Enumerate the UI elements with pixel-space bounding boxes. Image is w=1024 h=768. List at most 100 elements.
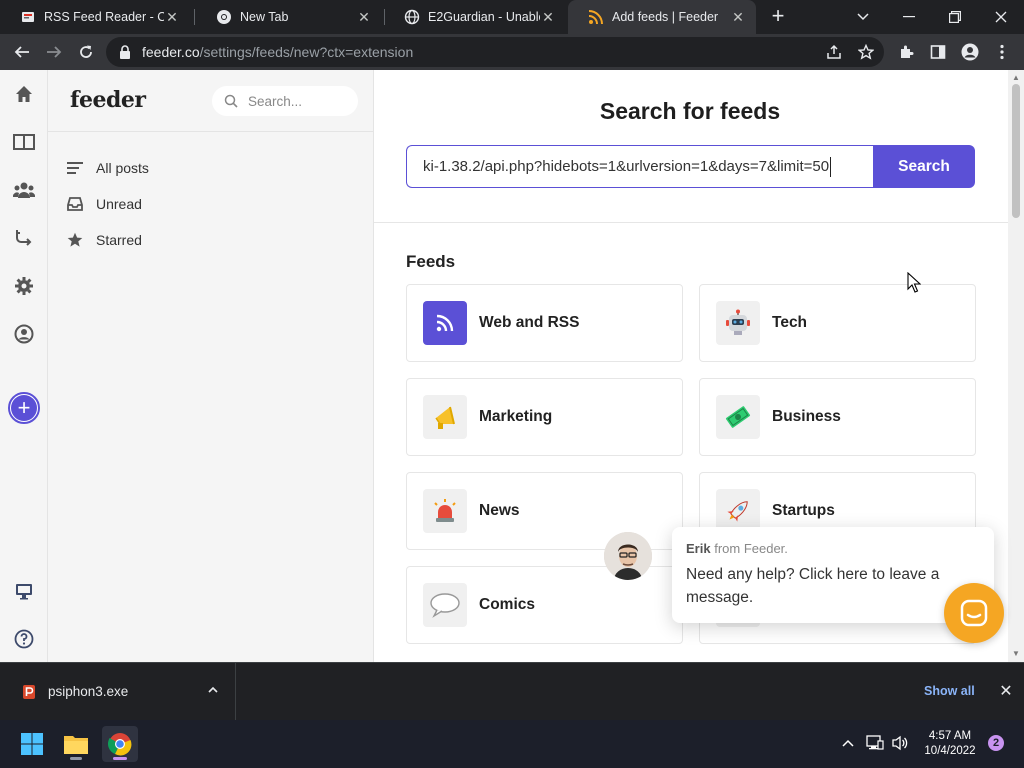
- chat-author-from: from Feeder.: [714, 541, 788, 556]
- tab-new-tab[interactable]: New Tab ✕: [196, 0, 382, 34]
- feeds-heading: Feeds: [406, 252, 456, 271]
- help-icon[interactable]: [12, 627, 36, 651]
- lock-icon[interactable]: [118, 45, 132, 59]
- settings-gear-icon[interactable]: [12, 274, 36, 298]
- new-tab-button[interactable]: +: [766, 5, 790, 29]
- left-panel: feeder Search... All posts Unread Starre…: [48, 70, 374, 662]
- reload-button[interactable]: [72, 38, 100, 66]
- add-feed-button[interactable]: +: [8, 392, 40, 424]
- close-icon[interactable]: ✕: [540, 9, 556, 25]
- minimize-button[interactable]: [886, 0, 932, 34]
- clock-time: 4:57 AM: [928, 730, 972, 742]
- restore-button[interactable]: [932, 0, 978, 34]
- file-explorer-icon[interactable]: [58, 726, 94, 762]
- search-icon: [224, 94, 238, 108]
- scroll-down-arrow-icon[interactable]: ▼: [1012, 650, 1020, 658]
- chrome-icon: [216, 9, 232, 25]
- download-filename: psiphon3.exe: [48, 684, 129, 699]
- sidebar-item-unread[interactable]: Unread: [66, 193, 142, 215]
- tab-search-icon[interactable]: [840, 0, 886, 34]
- download-item[interactable]: psiphon3.exe: [0, 663, 236, 720]
- star-icon: [66, 231, 84, 249]
- network-icon[interactable]: [866, 734, 884, 752]
- download-bar: psiphon3.exe Show all ✕: [0, 662, 1024, 720]
- close-download-bar-icon[interactable]: ✕: [998, 684, 1014, 700]
- sidebar-item-starred[interactable]: Starred: [66, 229, 142, 251]
- account-icon[interactable]: [12, 322, 36, 346]
- page-title: Search for feeds: [599, 98, 781, 124]
- share-icon[interactable]: [820, 38, 848, 66]
- tab-title: Add feeds | Feeder: [612, 10, 719, 24]
- divider: [48, 131, 373, 132]
- close-icon[interactable]: ✕: [356, 9, 372, 25]
- rules-icon[interactable]: [12, 226, 36, 250]
- address-bar[interactable]: feeder.co/settings/feeds/new?ctx=extensi…: [106, 37, 884, 67]
- tab-e2guardian[interactable]: E2Guardian - Unable to ✕: [384, 0, 566, 34]
- tab-strip: RSS Feed Reader - Chrome ✕ New Tab ✕ E2G…: [0, 0, 1024, 34]
- feed-category-comics[interactable]: Comics: [406, 566, 683, 644]
- search-button[interactable]: Search: [873, 145, 975, 188]
- avatar: [604, 532, 652, 580]
- extensions-icon[interactable]: [892, 38, 920, 66]
- running-indicator: [113, 757, 127, 760]
- feed-search-input[interactable]: ki-1.38.2/api.php?hidebots=1&urlversion=…: [406, 145, 874, 188]
- feed-category-label: Web and RSS: [479, 314, 580, 331]
- home-icon[interactable]: [12, 82, 36, 106]
- search-section: Search for feeds ki-1.38.2/api.php?hideb…: [374, 70, 1008, 223]
- robot-icon: [716, 301, 760, 345]
- feed-category-tech[interactable]: Tech: [699, 284, 976, 362]
- forward-button[interactable]: [40, 38, 68, 66]
- page-scrollbar[interactable]: ▲ ▼: [1008, 70, 1024, 662]
- url-path: /settings/feeds/new?ctx=extension: [199, 44, 414, 60]
- notification-badge[interactable]: 2: [988, 735, 1004, 751]
- system-clock[interactable]: 4:57 AM 10/4/2022: [918, 729, 982, 759]
- text-caret: [830, 156, 832, 177]
- profile-icon[interactable]: [956, 38, 984, 66]
- sidebar-item-all-posts[interactable]: All posts: [66, 157, 149, 179]
- feed-category-label: Business: [772, 408, 841, 425]
- feed-category-marketing[interactable]: Marketing: [406, 378, 683, 456]
- clock-date: 10/4/2022: [924, 745, 976, 757]
- tab-separator: [194, 9, 195, 25]
- inbox-icon: [66, 195, 84, 213]
- chat-author-name: Erik: [686, 541, 711, 556]
- rss-icon: [588, 9, 604, 25]
- psiphon-file-icon: [22, 684, 36, 700]
- chevron-up-icon[interactable]: [839, 734, 857, 752]
- url-domain: feeder.co: [142, 44, 200, 60]
- feed-category-label: Marketing: [479, 408, 553, 425]
- chevron-up-icon[interactable]: [206, 683, 220, 697]
- tab-title: New Tab: [240, 10, 289, 24]
- chat-author: Erik from Feeder.: [686, 541, 788, 556]
- back-button[interactable]: [8, 38, 36, 66]
- feeder-logo[interactable]: feeder: [70, 87, 146, 113]
- close-window-button[interactable]: [978, 0, 1024, 34]
- bookmark-star-icon[interactable]: [852, 38, 880, 66]
- sidebar-item-label: Unread: [96, 196, 142, 212]
- reader-icon[interactable]: [12, 130, 36, 154]
- chrome-taskbar-icon[interactable]: [102, 726, 138, 762]
- megaphone-icon: [423, 395, 467, 439]
- running-indicator: [70, 757, 82, 760]
- sidebar-search-input[interactable]: Search...: [212, 86, 358, 116]
- menu-icon[interactable]: [988, 38, 1016, 66]
- side-panel-icon[interactable]: [924, 38, 952, 66]
- volume-icon[interactable]: [891, 734, 909, 752]
- show-all-downloads-link[interactable]: Show all: [924, 684, 975, 698]
- feed-category-business[interactable]: Business: [699, 378, 976, 456]
- close-icon[interactable]: ✕: [730, 9, 746, 25]
- close-icon[interactable]: ✕: [164, 9, 180, 25]
- lines-icon: [66, 159, 84, 177]
- tab-rss-feed-reader[interactable]: RSS Feed Reader - Chrome ✕: [0, 0, 190, 34]
- scroll-up-arrow-icon[interactable]: ▲: [1012, 74, 1020, 82]
- rss-reader-icon: [20, 9, 36, 25]
- chat-launcher-button[interactable]: [944, 583, 1004, 643]
- tab-add-feeds[interactable]: Add feeds | Feeder ✕: [568, 0, 756, 34]
- feed-category-web-and-rss[interactable]: Web and RSS: [406, 284, 683, 362]
- scroll-thumb[interactable]: [1012, 84, 1020, 218]
- team-icon[interactable]: [12, 178, 36, 202]
- start-button[interactable]: [14, 726, 50, 762]
- search-placeholder: Search...: [248, 93, 303, 109]
- siren-icon: [423, 489, 467, 533]
- desktop-app-icon[interactable]: [12, 579, 36, 603]
